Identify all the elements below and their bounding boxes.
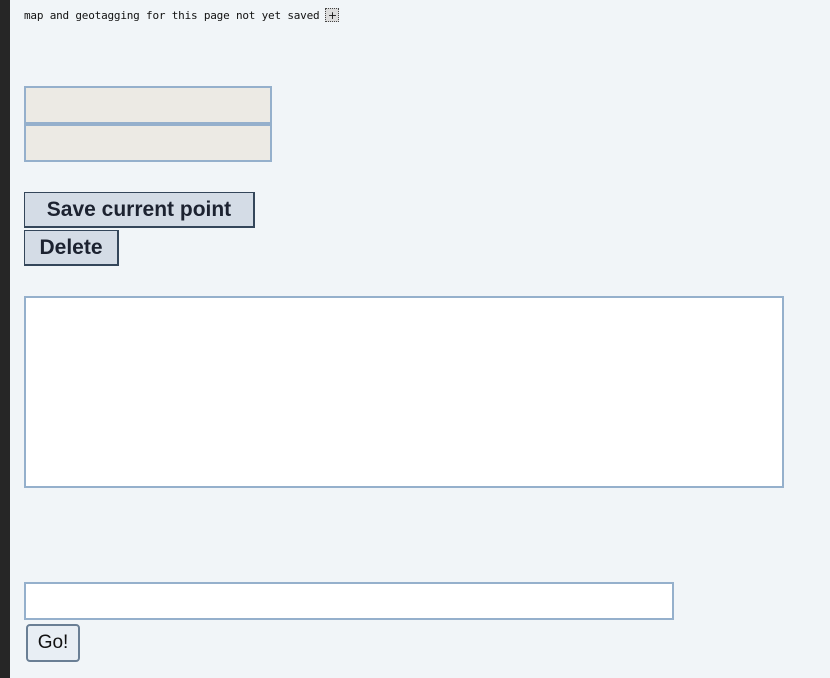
latitude-field[interactable] [24,86,272,124]
save-current-point-button[interactable]: Save current point [24,192,255,228]
save-status: map and geotagging for this page not yet… [24,8,340,22]
location-search-input[interactable] [24,582,674,620]
go-button[interactable]: Go! [26,624,80,662]
expand-plus-icon[interactable]: + [325,8,340,22]
geotag-panel: map and geotagging for this page not yet… [10,0,830,678]
map-text-area[interactable] [24,296,784,488]
longitude-field[interactable] [24,124,272,162]
window-edge [0,0,10,678]
status-message: map and geotagging for this page not yet… [24,8,320,22]
delete-button[interactable]: Delete [24,230,119,266]
